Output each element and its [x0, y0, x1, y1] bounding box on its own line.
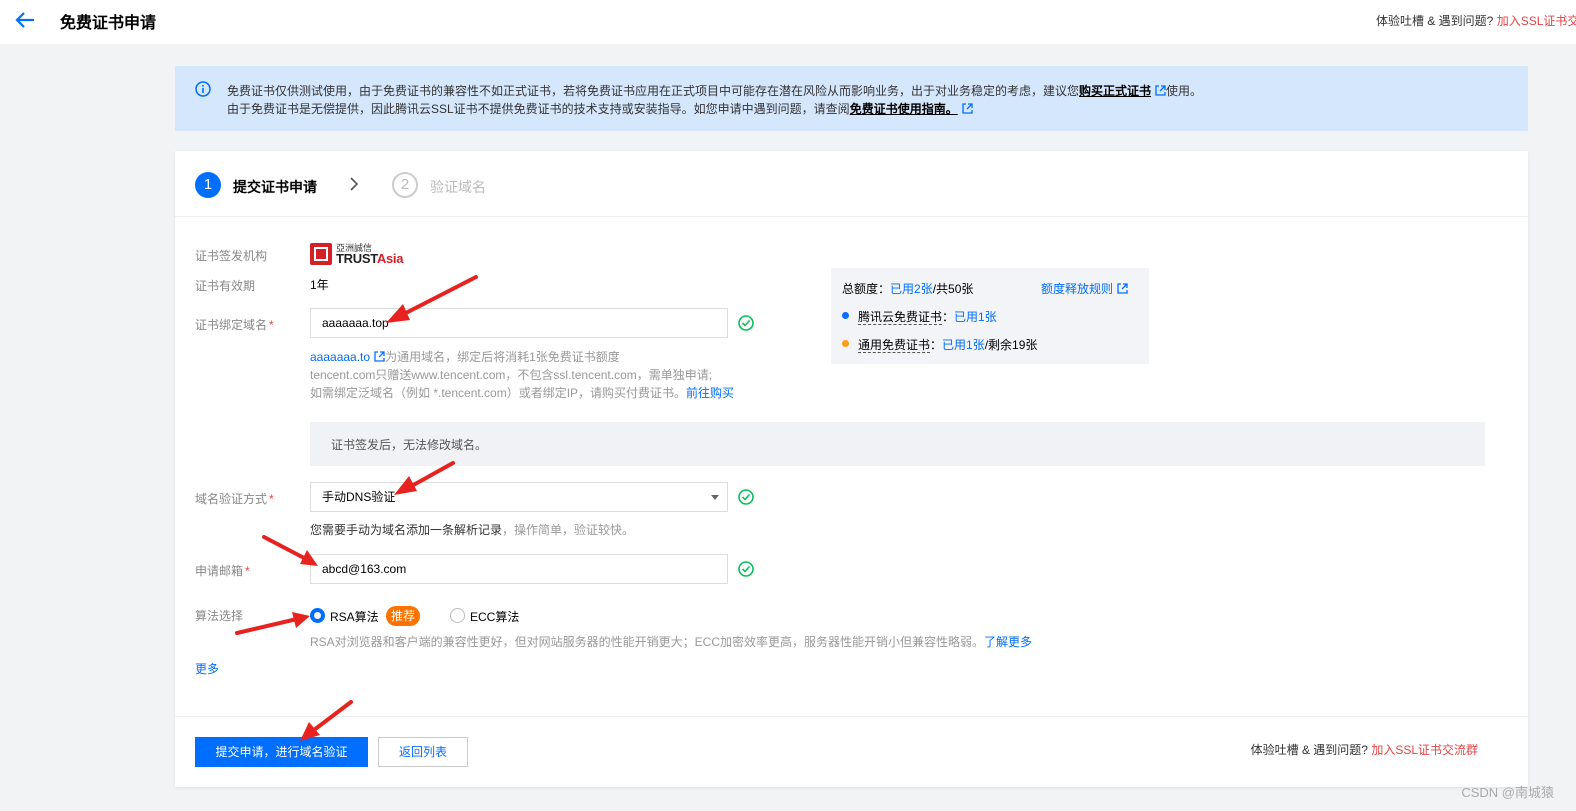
- page-title: 免费证书申请: [60, 15, 157, 32]
- quota-dot-orange: [842, 340, 849, 347]
- notice-text-2: 由于免费证书是无偿提供，因此腾讯云SSL证书不提供免费证书的技术支持或安装指导。…: [227, 102, 850, 116]
- trustasia-logo: 亞洲誠信 TRUSTAsia: [310, 243, 420, 266]
- algo-hint: RSA对浏览器和客户端的兼容性更好，但对网站服务器的性能开销更大；ECC加密效率…: [310, 633, 1032, 650]
- notice-text-1: 免费证书仅供测试使用，由于免费证书的兼容性不如正式证书，若将免费证书应用在正式项…: [227, 84, 1080, 98]
- footer-feedback-text: 体验吐槽 & 遇到问题?: [1250, 743, 1368, 757]
- trustasia-logo-en: TRUSTAsia: [336, 251, 403, 266]
- quota-used: 已用2张: [890, 282, 933, 296]
- domain-hint-1: aaaaaaa.to 为通用域名，绑定后将消耗1张免费证书额度: [310, 348, 620, 365]
- ecc-label[interactable]: ECC算法: [470, 608, 519, 625]
- verify-method-select[interactable]: 手动DNS验证: [310, 482, 728, 512]
- notice-banner: 免费证书仅供测试使用，由于免费证书的兼容性不如正式证书，若将免费证书应用在正式项…: [175, 66, 1528, 131]
- step-1-label: 提交证书申请: [233, 179, 317, 195]
- quota-item-1-label: 腾讯云免费证书: [858, 310, 943, 325]
- buy-cert-link[interactable]: 购买正式证书: [1079, 84, 1151, 98]
- footer-feedback-link[interactable]: 加入SSL证书交流群: [1371, 743, 1478, 757]
- step-2-label: 验证域名: [430, 179, 486, 195]
- top-feedback-link[interactable]: 加入SSL证书交流群: [1497, 14, 1576, 28]
- quota-title-prefix: 总额度：: [842, 282, 891, 296]
- quota-item-1: 腾讯云免费证书：已用1张: [858, 308, 997, 325]
- top-feedback-text: 体验吐槽 & 遇到问题?: [1376, 14, 1494, 28]
- domain-label-text: 证书绑定域名: [195, 318, 268, 332]
- rsa-label[interactable]: RSA算法: [330, 608, 379, 625]
- domain-label: 证书绑定域名 *: [195, 316, 274, 333]
- email-label-text: 申请邮箱: [195, 564, 244, 578]
- buy-link[interactable]: 前往购买: [686, 386, 734, 400]
- algo-label: 算法选择: [195, 609, 244, 623]
- chevron-right-icon: [350, 177, 359, 191]
- back-to-list-button[interactable]: 返回列表: [378, 737, 468, 767]
- learn-more-link[interactable]: 了解更多: [984, 635, 1032, 649]
- quota-item-2: 通用免费证书：已用1张/剩余19张: [858, 336, 1037, 353]
- quota-rule-text: 额度释放规则: [1041, 282, 1114, 296]
- quota-title: 总额度：已用2张/共50张: [842, 280, 973, 297]
- quota-dot-blue: [842, 312, 849, 319]
- step-2-number: 2: [392, 172, 418, 198]
- quota-panel: 总额度：已用2张/共50张 额度释放规则 腾讯云免费证书：已用1张 通用免费证书…: [831, 268, 1149, 364]
- external-link-icon: [1117, 283, 1128, 294]
- verify-hint-bold: 您需要手动为域名添加一条解析记录: [310, 523, 503, 537]
- notice-line-2: 由于免费证书是无偿提供，因此腾讯云SSL证书不提供免费证书的技术支持或安装指导。…: [227, 100, 973, 117]
- rsa-radio[interactable]: [310, 608, 325, 623]
- quota-item-2-used: 已用1张: [942, 338, 985, 352]
- more-options-link[interactable]: 更多: [195, 660, 219, 677]
- guide-link[interactable]: 免费证书使用指南。: [850, 102, 958, 116]
- required-mark: *: [245, 564, 250, 578]
- quota-total: /共50张: [932, 282, 974, 296]
- tip-box: 证书签发后，无法修改域名。: [310, 422, 1485, 466]
- watermark: CSDN @南城猿: [1461, 785, 1554, 800]
- algo-hint-text: RSA对浏览器和客户端的兼容性更好，但对网站服务器的性能开销更大；ECC加密效率…: [310, 635, 985, 649]
- trustasia-logo-en-2: Asia: [376, 251, 404, 266]
- external-link-icon: [1155, 85, 1166, 96]
- domain-hint-3-text: 如需绑定泛域名（例如 *.tencent.com）或者绑定IP，请购买付费证书。: [310, 386, 687, 400]
- quota-item-2-rest: /剩余19张: [984, 338, 1038, 352]
- submit-button[interactable]: 提交申请，进行域名验证: [195, 737, 368, 767]
- domain-hint-3: 如需绑定泛域名（例如 *.tencent.com）或者绑定IP，请购买付费证书。…: [310, 384, 734, 401]
- step-1-number: 1: [195, 172, 221, 198]
- top-bar: 免费证书申请 体验吐槽 & 遇到问题? 加入SSL证书交流群: [0, 0, 1576, 44]
- trustasia-logo-en-1: TRUST: [336, 251, 377, 266]
- issuer-label: 证书签发机构: [195, 249, 268, 263]
- domain-input[interactable]: aaaaaaa.top: [310, 308, 728, 338]
- footer-feedback: 体验吐槽 & 遇到问题? 加入SSL证书交流群: [1251, 741, 1478, 758]
- top-feedback: 体验吐槽 & 遇到问题? 加入SSL证书交流群: [1376, 12, 1576, 29]
- domain-hint-link[interactable]: aaaaaaa.to: [310, 350, 370, 364]
- verify-label-text: 域名验证方式: [195, 492, 268, 506]
- caret-down-icon: [711, 495, 719, 500]
- verify-method-value: 手动DNS验证: [322, 490, 396, 504]
- verify-hint: 您需要手动为域名添加一条解析记录，操作简单，验证较快。: [310, 521, 634, 538]
- arrow-left-icon[interactable]: [14, 10, 36, 30]
- verify-label: 域名验证方式 *: [195, 490, 274, 507]
- domain-hint-2: tencent.com只赠送www.tencent.com，不包含ssl.ten…: [310, 368, 713, 382]
- check-circle-icon: [738, 315, 754, 331]
- info-icon: [195, 81, 211, 97]
- required-mark: *: [269, 318, 274, 332]
- external-link-icon: [962, 103, 973, 114]
- check-circle-icon: [738, 489, 754, 505]
- quota-item-2-colon: ：: [930, 338, 943, 352]
- ecc-radio[interactable]: [450, 608, 465, 623]
- footer-divider: [175, 716, 1528, 717]
- external-link-icon: [374, 351, 385, 362]
- application-card: 1 提交证书申请 2 验证域名 证书签发机构 亞洲誠信 TRUSTAsia 证书…: [175, 151, 1528, 787]
- required-mark: *: [269, 492, 274, 506]
- quota-item-1-used: 已用1张: [954, 310, 997, 324]
- domain-hint-1-text: 为通用域名，绑定后将消耗1张免费证书额度: [385, 350, 620, 364]
- check-circle-icon: [738, 561, 754, 577]
- notice-text-1-suffix: 使用。: [1166, 84, 1203, 98]
- recommend-badge: 推荐: [386, 606, 420, 626]
- tip-text: 证书签发后，无法修改域名。: [331, 438, 488, 452]
- email-label: 申请邮箱 *: [195, 562, 250, 579]
- quota-item-2-label: 通用免费证书: [858, 338, 931, 353]
- quota-rule-link[interactable]: 额度释放规则: [1041, 280, 1128, 297]
- notice-line-1: 免费证书仅供测试使用，由于免费证书的兼容性不如正式证书，若将免费证书应用在正式项…: [227, 82, 1202, 99]
- steps-bar: 1 提交证书申请 2 验证域名: [175, 151, 1528, 217]
- validity-value: 1年: [310, 278, 329, 292]
- trustasia-logo-mark-inner: [314, 247, 328, 261]
- email-input[interactable]: abcd@163.com: [310, 554, 728, 584]
- validity-label: 证书有效期: [195, 279, 256, 293]
- verify-hint-rest: ，操作简单，验证较快。: [502, 523, 635, 537]
- quota-item-1-colon: ：: [942, 310, 955, 324]
